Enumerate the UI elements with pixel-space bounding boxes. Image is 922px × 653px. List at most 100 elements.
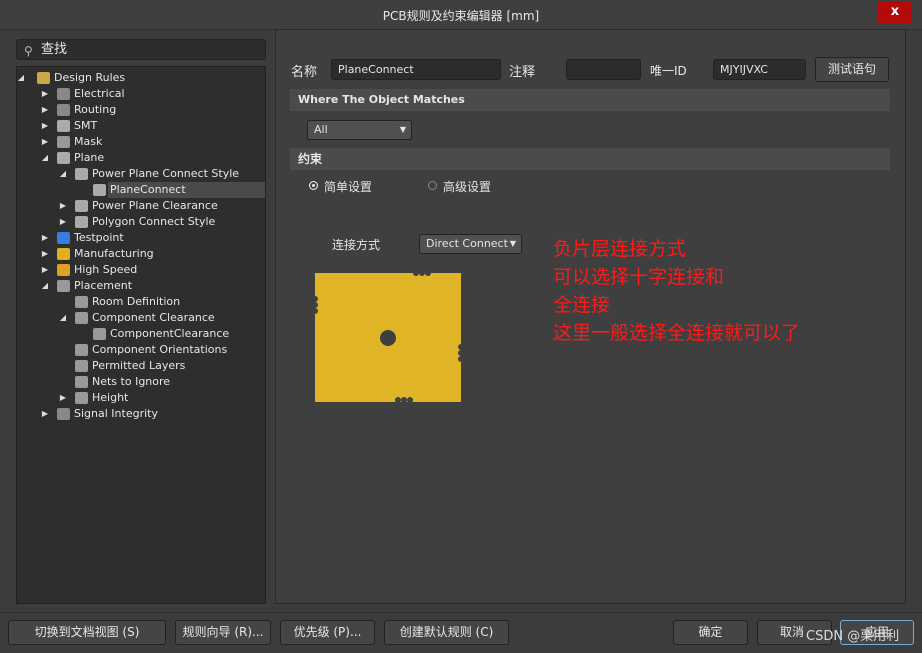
collapse-arrow-icon[interactable]: ◢ — [40, 150, 50, 166]
tree-item-label: PlaneConnect — [110, 183, 186, 196]
plane-icon — [57, 152, 70, 164]
chevron-down-icon: ▼ — [399, 125, 406, 134]
tree-item[interactable]: ◢ Placement — [17, 278, 265, 294]
tree-item-label: Nets to Ignore — [92, 375, 171, 388]
tree-item[interactable]: Component Orientations — [17, 342, 265, 358]
tree-item[interactable]: Permitted Layers — [17, 358, 265, 374]
name-input[interactable]: PlaneConnect — [331, 59, 501, 80]
design-rules-icon — [37, 72, 50, 84]
tree-item-label: ComponentClearance — [110, 327, 230, 340]
signal-integrity-icon — [57, 408, 70, 420]
connect-style-dropdown[interactable]: Direct Connect ▼ — [419, 234, 522, 254]
tree-item[interactable]: PlaneConnect — [93, 182, 265, 198]
tree-item[interactable]: ▶ Polygon Connect Style — [17, 214, 265, 230]
placement-icon — [75, 344, 88, 356]
tree-item-label: Component Clearance — [92, 311, 215, 324]
expand-arrow-icon[interactable]: ▶ — [58, 390, 68, 406]
expand-arrow-icon[interactable]: ▶ — [40, 230, 50, 246]
comment-input[interactable] — [566, 59, 641, 80]
placement-icon — [93, 328, 106, 340]
expand-arrow-icon[interactable]: ▶ — [40, 134, 50, 150]
tree-item-label: Component Orientations — [92, 343, 228, 356]
rule-wizard-button[interactable]: 规则向导 (R)... — [175, 620, 271, 645]
tree-item[interactable]: ◢ Plane — [17, 150, 265, 166]
search-placeholder: 查找 — [41, 42, 68, 57]
close-button[interactable]: x — [878, 1, 912, 23]
tree-item[interactable]: ◢ Power Plane Connect Style — [17, 166, 265, 182]
simple-label: 简单设置 — [324, 180, 373, 194]
routing-icon — [57, 104, 70, 116]
tree-item-label: SMT — [74, 119, 98, 132]
plane-icon — [75, 168, 88, 180]
tree-item[interactable]: ▶ Testpoint — [17, 230, 265, 246]
plane-icon — [93, 184, 106, 196]
priority-button[interactable]: 优先级 (P)... — [280, 620, 375, 645]
divider — [0, 612, 922, 613]
tree-item[interactable]: Nets to Ignore — [17, 374, 265, 390]
mask-icon — [57, 136, 70, 148]
tree-item-label: High Speed — [74, 263, 138, 276]
ok-button[interactable]: 确定 — [673, 620, 748, 645]
advanced-label: 高级设置 — [443, 180, 492, 194]
tree-item[interactable]: ▶ Routing — [17, 102, 265, 118]
rule-tree: ◢ Design Rules ▶ Electrical ▶ Routing ▶ SMT ▶ Mas… — [16, 66, 266, 604]
collapse-arrow-icon[interactable]: ◢ — [58, 166, 68, 182]
tree-item[interactable]: ◢ Design Rules — [17, 70, 265, 86]
smt-icon — [57, 120, 70, 132]
tree-item[interactable]: ▶ Electrical — [17, 86, 265, 102]
window-title: PCB规则及约束编辑器 [mm] — [382, 9, 540, 23]
tree-item-label: Electrical — [74, 87, 125, 100]
search-icon: ⚲ — [24, 44, 33, 58]
tree-item[interactable]: ▶ High Speed — [17, 262, 265, 278]
create-default-rules-button[interactable]: 创建默认规则 (C) — [384, 620, 509, 645]
simple-radio[interactable] — [309, 181, 318, 190]
testpoint-icon — [57, 232, 70, 244]
annotation-line: 全连接 — [553, 294, 611, 316]
tree-item[interactable]: ▶ SMT — [17, 118, 265, 134]
tree-item-label: Placement — [74, 279, 133, 292]
expand-arrow-icon[interactable]: ▶ — [58, 214, 68, 230]
annotation-line: 负片层连接方式 — [553, 238, 687, 260]
collapse-arrow-icon[interactable]: ◢ — [40, 278, 50, 294]
electrical-icon — [57, 88, 70, 100]
tree-item-label: Room Definition — [92, 295, 181, 308]
search-input[interactable]: ⚲ 查找 — [16, 39, 266, 60]
unique-id-input[interactable]: MJYIJVXC — [713, 59, 806, 80]
tree-item-label: Testpoint — [74, 231, 124, 244]
tree-item[interactable]: ◢ Component Clearance — [17, 310, 265, 326]
collapse-arrow-icon[interactable]: ◢ — [16, 70, 26, 86]
document-view-button[interactable]: 切换到文档视图 (S) — [8, 620, 166, 645]
annotation-line: 这里一般选择全连接就可以了 — [553, 322, 801, 344]
tree-item-label: Manufacturing — [74, 247, 154, 260]
expand-arrow-icon[interactable]: ▶ — [40, 246, 50, 262]
test-query-button[interactable]: 测试语句 — [815, 57, 889, 82]
chevron-down-icon: ▼ — [509, 239, 516, 248]
tree-item[interactable]: ▶ Power Plane Clearance — [17, 198, 265, 214]
via-hole — [380, 330, 396, 346]
tree-item[interactable]: Room Definition — [17, 294, 265, 310]
expand-arrow-icon[interactable]: ▶ — [40, 262, 50, 278]
plane-icon — [75, 200, 88, 212]
expand-arrow-icon[interactable]: ▶ — [40, 118, 50, 134]
connect-style-value: Direct Connect — [426, 237, 508, 250]
comment-label: 注释 — [509, 65, 536, 80]
placement-icon — [75, 392, 88, 404]
placement-icon — [75, 360, 88, 372]
advanced-radio[interactable] — [428, 181, 437, 190]
tree-item[interactable]: ▶ Height — [17, 390, 265, 406]
name-label: 名称 — [291, 65, 318, 80]
high-speed-icon — [57, 264, 70, 276]
tree-item[interactable]: ▶ Signal Integrity — [17, 406, 265, 422]
expand-arrow-icon[interactable]: ▶ — [40, 86, 50, 102]
scope-dropdown[interactable]: All ▼ — [307, 120, 412, 140]
expand-arrow-icon[interactable]: ▶ — [40, 102, 50, 118]
tree-item[interactable]: ▶ Mask — [17, 134, 265, 150]
expand-arrow-icon[interactable]: ▶ — [40, 406, 50, 422]
where-header: Where The Object Matches — [290, 89, 890, 111]
expand-arrow-icon[interactable]: ▶ — [58, 198, 68, 214]
collapse-arrow-icon[interactable]: ◢ — [58, 310, 68, 326]
tree-item[interactable]: ComponentClearance — [17, 326, 265, 342]
tree-item[interactable]: ▶ Manufacturing — [17, 246, 265, 262]
tree-item-label: Permitted Layers — [92, 359, 186, 372]
placement-icon — [75, 296, 88, 308]
